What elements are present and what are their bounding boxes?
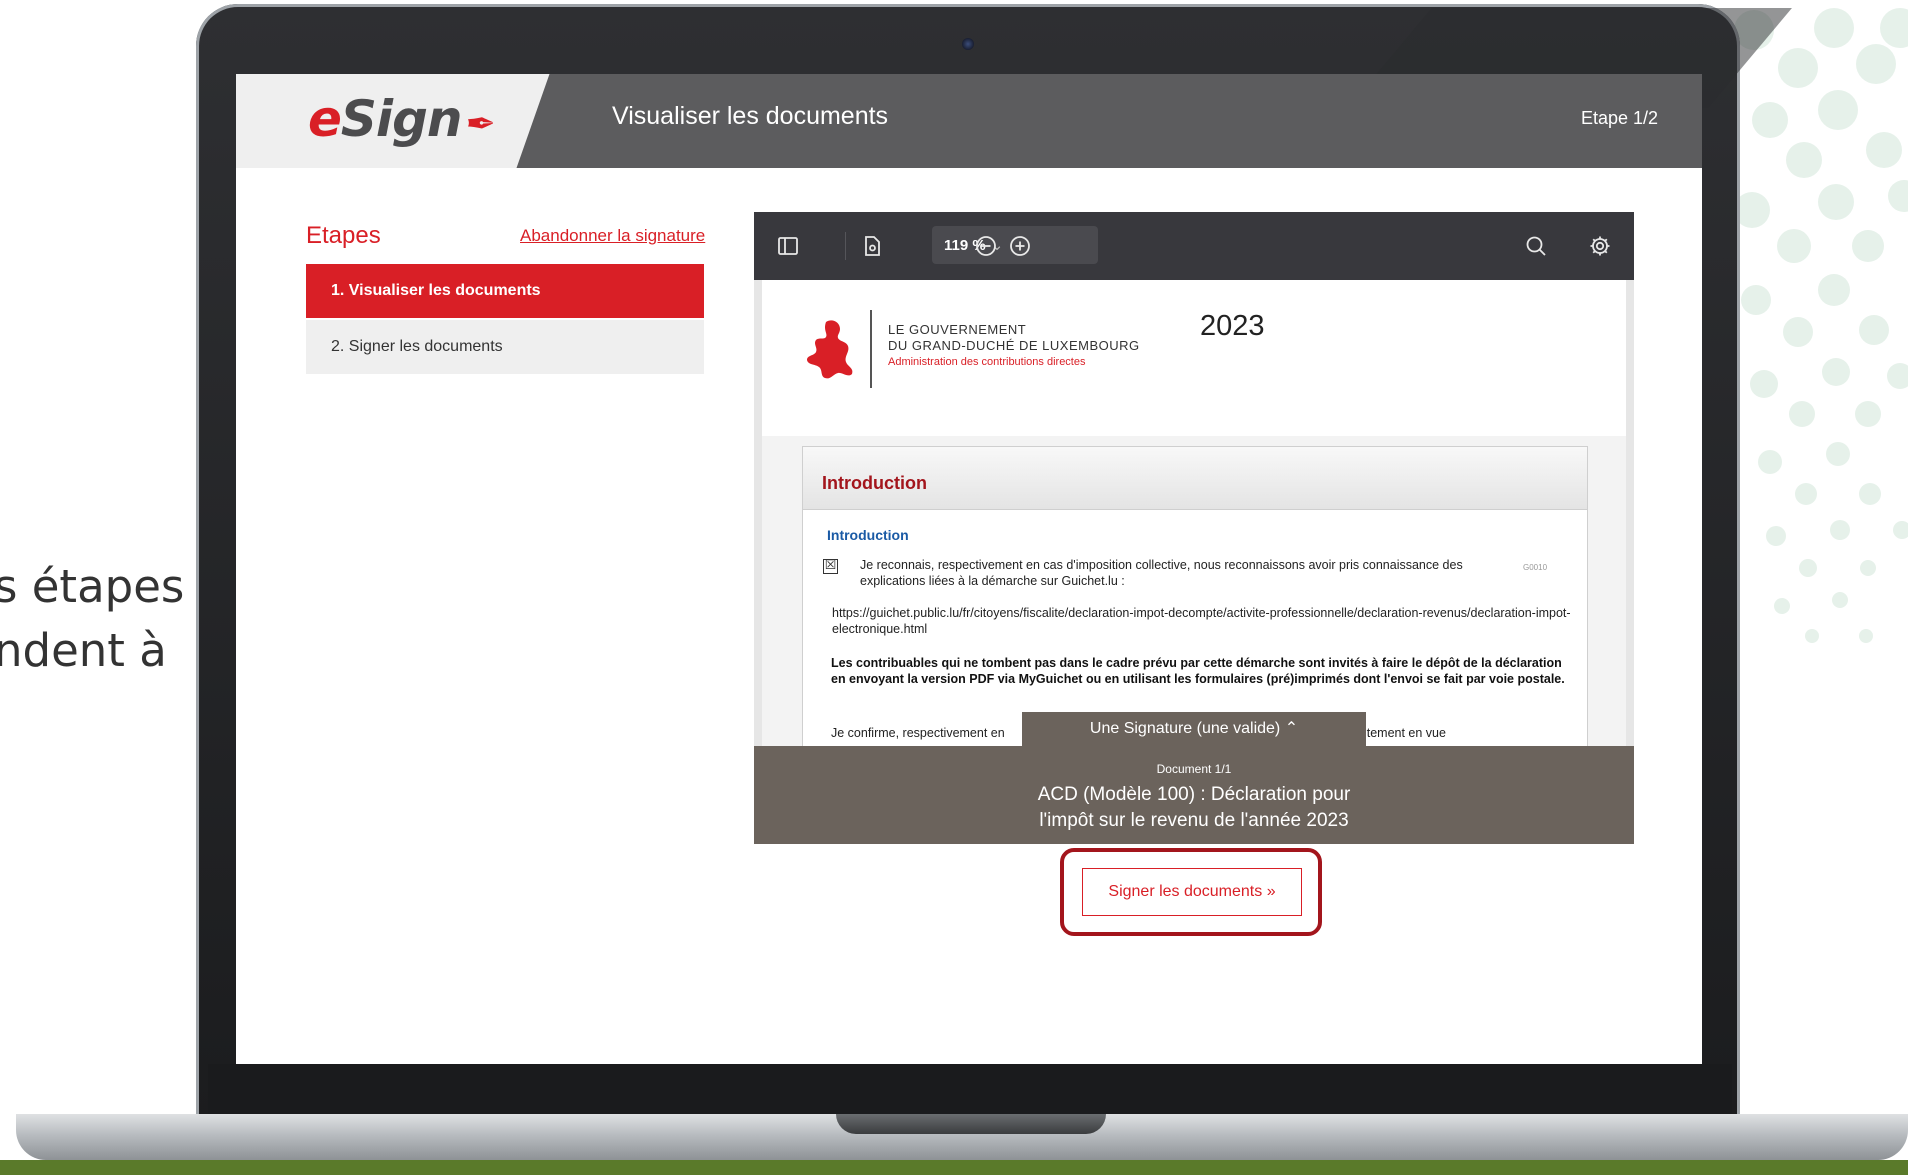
step-view-documents[interactable]: 1. Visualiser les documents <box>306 264 704 318</box>
laptop-bottom-bezel <box>208 1064 1732 1114</box>
page-fit-icon[interactable] <box>860 234 884 258</box>
page-title: Visualiser les documents <box>612 102 889 130</box>
background-caption: s étapes ndent à <box>0 555 185 683</box>
steps-title: Etapes <box>306 222 381 249</box>
esign-logo: eSign ✒ <box>308 90 496 148</box>
step-indicator: Etape 1/2 <box>1580 108 1658 128</box>
document-info-panel: Document 1/1 ACD (Modèle 100) : Déclarat… <box>754 746 1634 844</box>
app-header: eSign ✒ Visualiser les documents Etape 1/… <box>236 74 1702 168</box>
acknowledgement-checkbox: ☒ <box>823 558 838 574</box>
document-year: 2023 <box>1200 310 1265 342</box>
notice-text: Les contribuables qui ne tombent pas dan… <box>831 656 1565 686</box>
toolbar-separator <box>845 232 846 260</box>
pdf-toolbar: 119 % ⌄ <box>754 212 1634 280</box>
sidebar-toggle-icon[interactable] <box>776 234 800 258</box>
document-title: ACD (Modèle 100) : Déclaration pour l'im… <box>1037 784 1351 831</box>
zoom-in-icon[interactable] <box>1008 234 1032 258</box>
settings-gear-icon[interactable] <box>1588 234 1612 258</box>
pen-icon: ✒ <box>465 104 495 145</box>
field-code: G0010 <box>1523 563 1548 572</box>
section-title: Introduction <box>822 473 927 493</box>
guichet-url: https://guichet.public.lu/fr/citoyens/fi… <box>832 606 1571 636</box>
step-sign-documents[interactable]: 2. Signer les documents <box>306 320 704 374</box>
page-letterhead: LE GOUVERNEMENT DU GRAND-DUCHÉ DE LUXEMB… <box>762 280 1626 436</box>
zoom-out-icon[interactable] <box>974 234 998 258</box>
letterhead-divider <box>870 310 872 388</box>
sign-documents-button[interactable]: Signer les documents » <box>1082 868 1302 916</box>
government-name: LE GOUVERNEMENT DU GRAND-DUCHÉ DE LUXEMB… <box>888 322 1140 368</box>
caption-line-1: s étapes <box>0 560 185 613</box>
abandon-signature-link[interactable]: Abandonner la signature <box>520 226 705 246</box>
document-counter: Document 1/1 <box>1156 762 1232 776</box>
search-icon[interactable] <box>1524 234 1548 258</box>
caption-line-2: ndent à <box>0 624 167 677</box>
pdf-viewer: 119 % ⌄ LE GOUVERNEMENT DU GRAND-DUCHÉ D… <box>754 212 1634 844</box>
logo-area: eSign ✒ <box>236 74 550 168</box>
luxembourg-lion-icon <box>807 320 853 379</box>
app-screen: eSign ✒ Visualiser les documents Etape 1/… <box>236 74 1702 1064</box>
laptop-notch <box>836 1114 1106 1134</box>
bottom-accent-bar <box>0 1160 1908 1175</box>
acknowledgement-text: Je reconnais, respectivement en cas d'im… <box>860 558 1463 588</box>
camera-icon <box>962 38 974 50</box>
signature-status-tab[interactable]: Une Signature (une valide) ⌃ <box>1022 712 1366 746</box>
subsection-title: Introduction <box>827 527 909 543</box>
